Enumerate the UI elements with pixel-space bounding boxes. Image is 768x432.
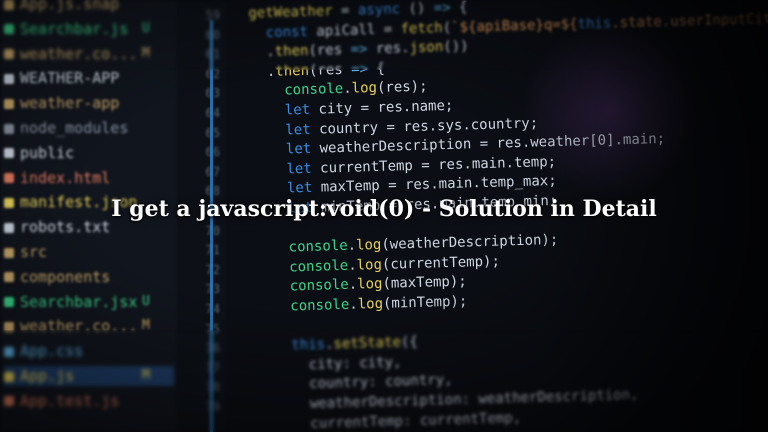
article-title: I get a javascript:void(0) - Solution in… [111,196,657,222]
sidebar-file-item[interactable]: components [4,267,174,287]
sidebar-file-item[interactable]: weather-app [4,93,174,113]
code-line: console.log(res); [284,78,428,99]
sidebar-file-item[interactable]: WEATHER-APP [4,68,174,88]
file-icon [4,272,14,283]
file-label: node_modules [20,119,129,137]
file-icon [4,173,14,184]
file-icon [4,297,14,308]
file-icon [4,247,14,258]
photo-stage: App.js.snap Searchbar.js Uweather.co... M WE… [0,0,768,432]
sidebar-file-item[interactable]: Searchbar.jsx U [4,292,174,312]
code-line: console.log(minTemp); [290,293,468,315]
file-label: index.html [20,168,111,187]
focus-blur-top [0,0,768,70]
code-line: console.log(currentTemp); [288,253,501,276]
file-label: public [20,143,75,162]
focus-blur-bottom [0,330,768,432]
file-icon [4,123,14,134]
code-line: console.log(weatherDescription); [288,232,559,256]
file-icon [4,148,14,159]
code-line: let city = res.name; [284,97,454,119]
sidebar-file-item[interactable]: index.html [4,168,174,188]
sidebar-file-item[interactable]: node_modules [4,118,174,138]
sidebar-file-item[interactable]: src [4,242,174,262]
file-label: Searchbar.jsx [20,292,138,311]
file-label: src [20,243,48,261]
file-icon [4,222,14,233]
file-label: WEATHER-APP [20,69,120,88]
file-label: weather-app [20,94,120,113]
git-status-badge: U [142,293,150,309]
file-icon [4,98,14,109]
code-line: console.log(maxTemp); [289,273,467,295]
file-label: components [20,267,111,286]
file-icon [4,73,14,84]
sidebar-file-item[interactable]: public [4,143,174,163]
